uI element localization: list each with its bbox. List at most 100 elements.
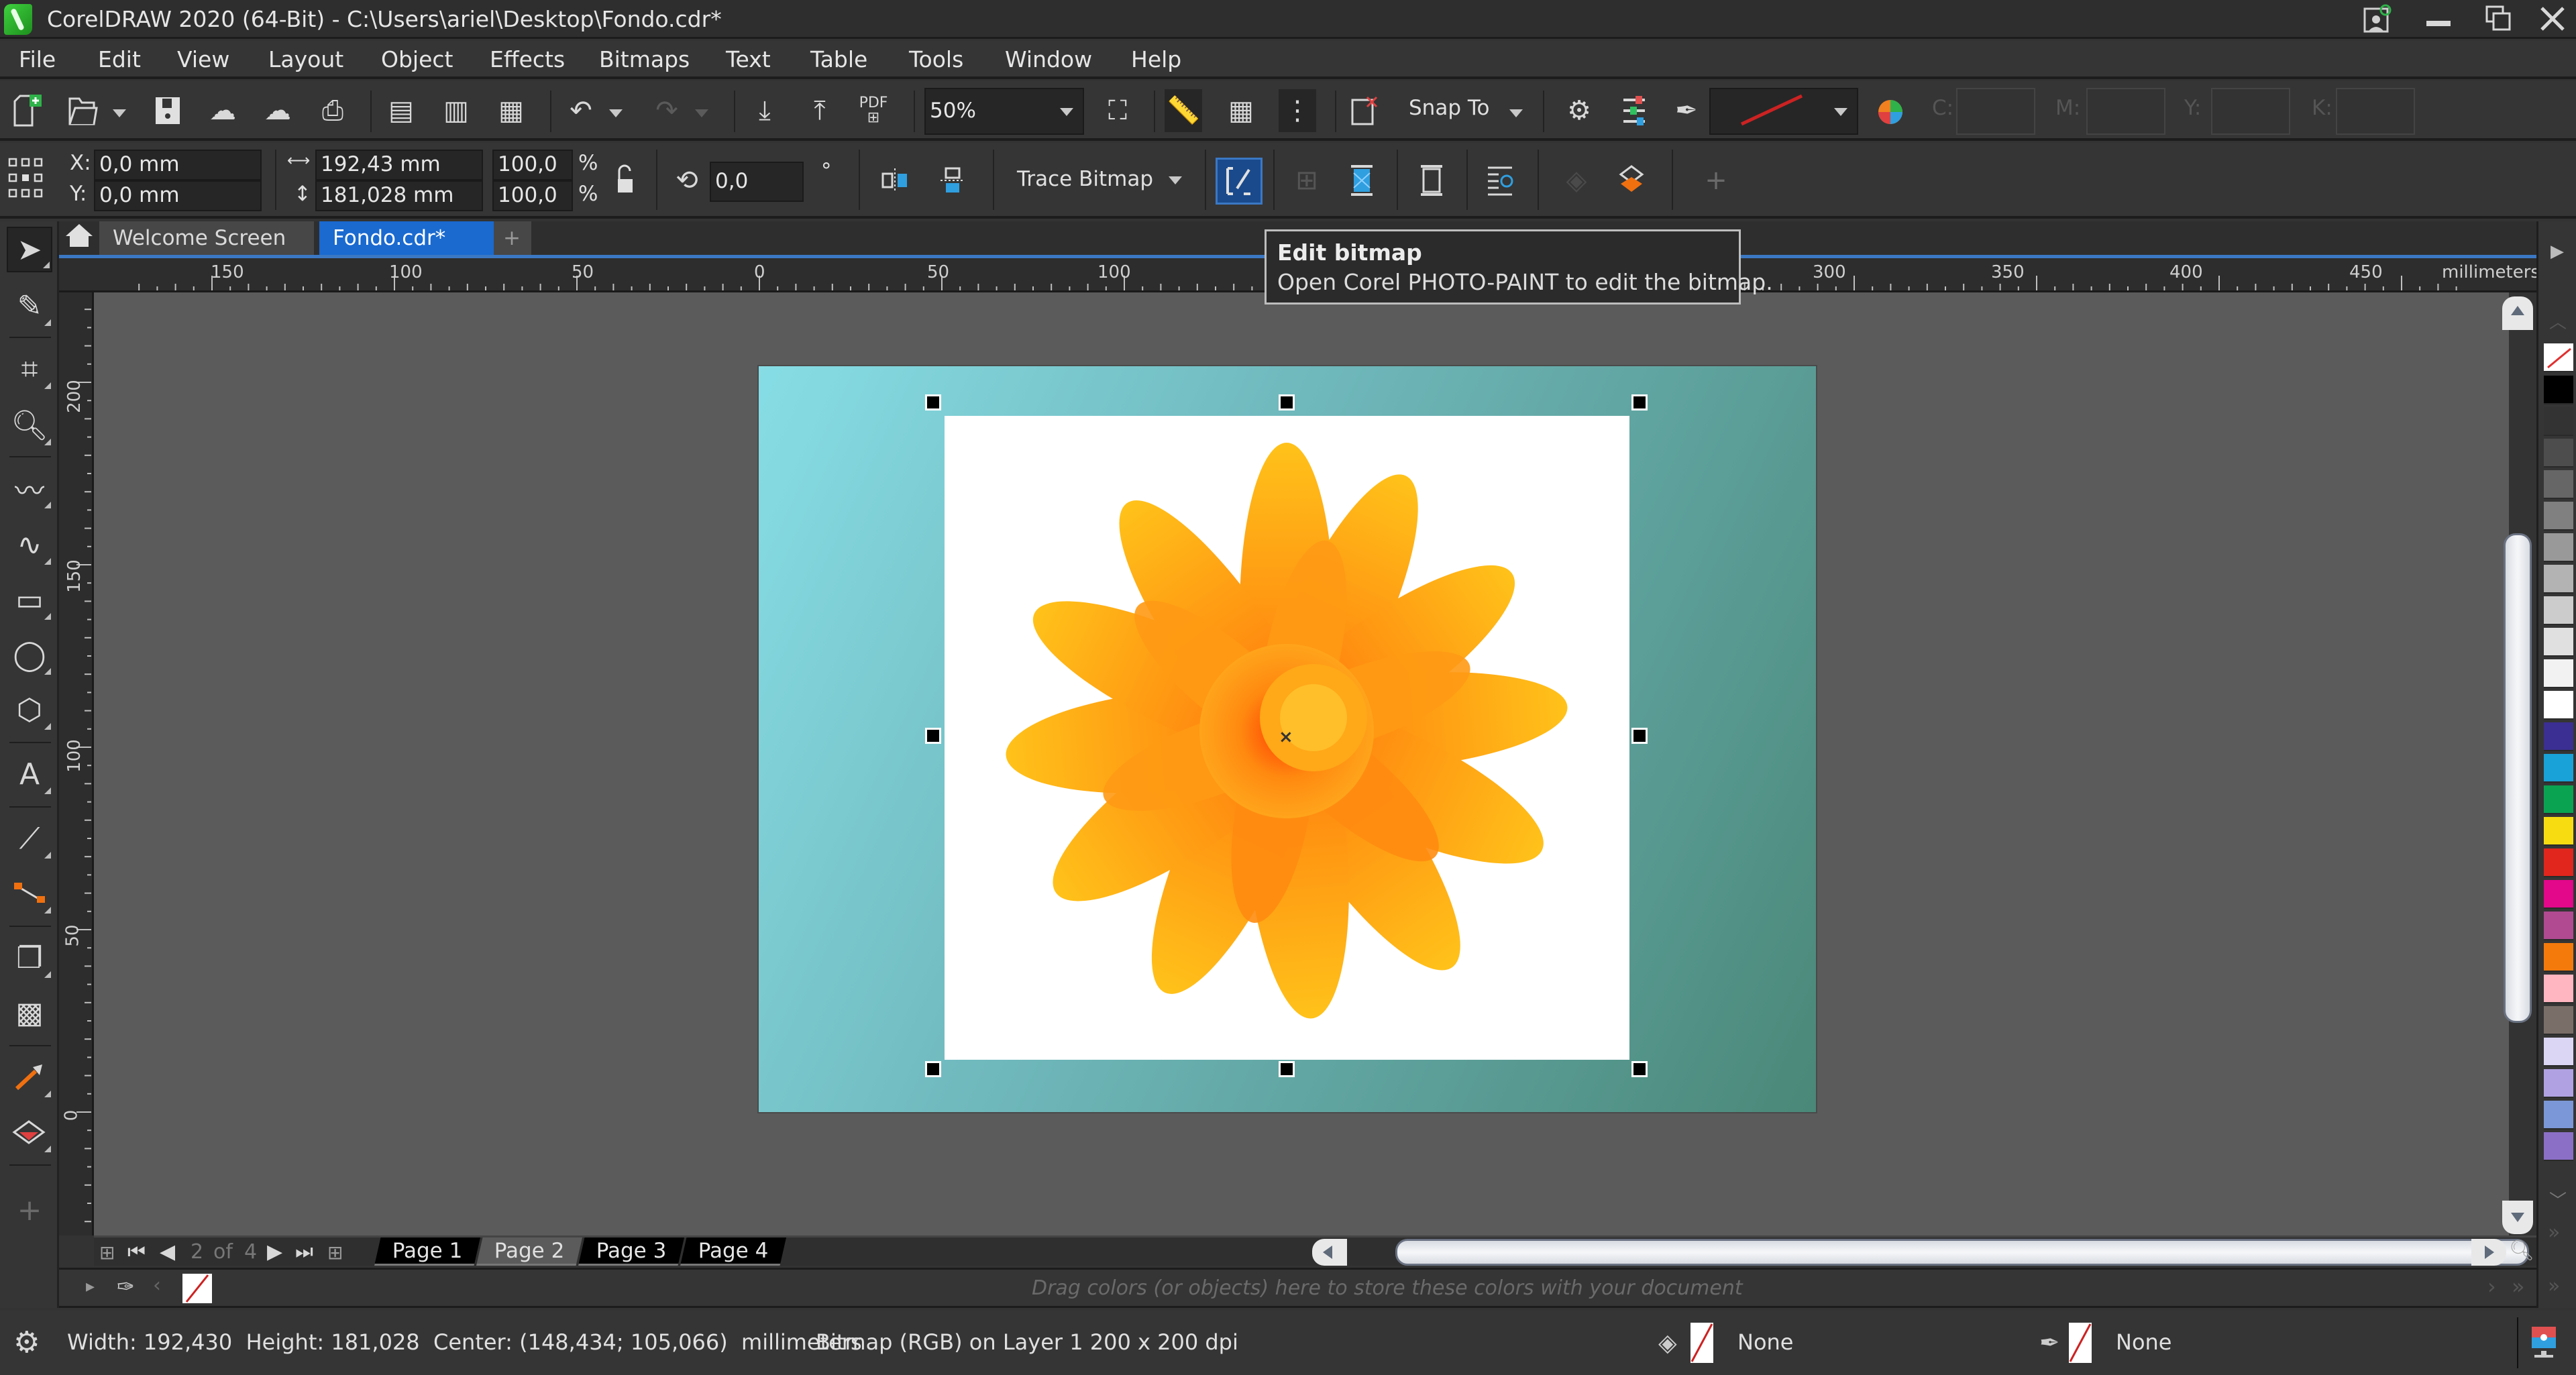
color-eyedropper-tool-icon[interactable]	[7, 1054, 52, 1100]
menu-layout[interactable]: Layout	[268, 45, 343, 74]
copy-icon[interactable]: ▥	[437, 92, 475, 129]
palette-swatch[interactable]	[2544, 565, 2573, 594]
minimize-button[interactable]	[2408, 0, 2469, 38]
resample-bitmap-icon[interactable]	[1343, 162, 1381, 199]
open-folder-icon[interactable]	[64, 92, 102, 129]
fill-none-swatch[interactable]	[1690, 1323, 1713, 1363]
palette-expand-all-icon[interactable]: »	[2512, 1274, 2525, 1299]
palette-swatch[interactable]	[2544, 1101, 2573, 1130]
palette-swatch[interactable]	[2544, 817, 2573, 846]
color-settings-icon[interactable]	[1615, 92, 1653, 129]
color-proofing-icon[interactable]	[2529, 1324, 2559, 1364]
tab-welcome-screen[interactable]: Welcome Screen	[99, 221, 314, 255]
palette-swatch[interactable]	[2544, 596, 2573, 625]
scroll-down-button[interactable]	[2502, 1201, 2533, 1234]
export-icon[interactable]: ⤒	[801, 92, 839, 129]
menu-effects[interactable]: Effects	[490, 45, 565, 74]
print-icon[interactable]: ⎙	[314, 92, 352, 129]
x-position-input[interactable]: 0,0 mm	[94, 150, 262, 180]
wrap-text-icon[interactable]	[1481, 162, 1519, 199]
last-page-icon[interactable]: ⏭	[295, 1240, 313, 1264]
first-page-icon[interactable]: ⏮	[127, 1240, 146, 1264]
selection-handle-top-left[interactable]	[925, 394, 941, 410]
home-icon[interactable]	[59, 221, 99, 255]
palette-swatch[interactable]	[2544, 912, 2573, 940]
rectangle-tool-icon[interactable]: ▭	[7, 577, 52, 622]
polygon-tool-icon[interactable]: ⬡	[7, 687, 52, 732]
palette-swatch-none[interactable]	[2544, 343, 2573, 372]
freehand-tool-icon[interactable]: 〰	[7, 465, 52, 511]
palette-swatch[interactable]	[2544, 1132, 2573, 1161]
palette-swatch[interactable]	[2544, 407, 2573, 436]
menu-edit[interactable]: Edit	[98, 45, 141, 74]
show-grid-icon[interactable]: ▦	[1222, 92, 1260, 129]
save-icon[interactable]	[149, 92, 186, 129]
menu-text[interactable]: Text	[726, 45, 771, 74]
palette-swatch[interactable]	[2544, 1006, 2573, 1035]
transparency-tool-icon[interactable]: ▩	[7, 990, 52, 1036]
edit-bitmap-button[interactable]	[1216, 158, 1263, 205]
snap-to-dropdown-arrow[interactable]	[1509, 109, 1523, 117]
palette-swatch[interactable]	[2544, 659, 2573, 688]
no-color-swatch[interactable]	[182, 1274, 212, 1303]
page-tab-1[interactable]: Page 1	[374, 1238, 480, 1266]
palette-swatch[interactable]	[2544, 502, 2573, 531]
scale-x-input[interactable]: 100,0	[492, 150, 573, 180]
pen-outline-icon[interactable]: ✒	[1668, 92, 1705, 129]
palette-swatch[interactable]	[2544, 691, 2573, 720]
page-tab-2[interactable]: Page 2	[476, 1238, 582, 1266]
palette-swatch[interactable]	[2544, 848, 2573, 877]
reference-point-icon[interactable]	[7, 158, 44, 198]
open-dropdown-arrow[interactable]	[113, 109, 126, 117]
page-tab-4[interactable]: Page 4	[680, 1238, 786, 1266]
add-tab-button[interactable]: +	[494, 221, 531, 255]
snap-off-icon[interactable]	[1346, 92, 1383, 129]
import-icon[interactable]: ⤓	[746, 92, 784, 129]
color-styles-icon[interactable]	[1872, 92, 1909, 129]
palette-swatch[interactable]	[2544, 1069, 2573, 1098]
add-page-before-icon[interactable]: ⊞	[99, 1242, 115, 1264]
account-icon[interactable]	[2348, 0, 2408, 38]
cloud-export-icon[interactable]: ☁	[259, 92, 297, 129]
mirror-vertical-icon[interactable]	[934, 162, 971, 199]
rotation-angle-input[interactable]: 0,0	[710, 162, 804, 202]
bitmap-border-icon[interactable]	[1413, 162, 1450, 199]
pick-tool-icon[interactable]: ➤	[7, 227, 52, 272]
connector-tool-icon[interactable]	[7, 871, 52, 916]
palette-scroll-up-icon[interactable]: ︿	[2549, 309, 2567, 333]
menu-bitmaps[interactable]: Bitmaps	[599, 45, 690, 74]
show-guidelines-icon[interactable]: ⋮	[1279, 89, 1316, 132]
next-page-icon[interactable]: ▶	[267, 1240, 282, 1264]
close-button[interactable]	[2522, 0, 2576, 38]
cut-icon[interactable]: ▤	[382, 92, 420, 129]
palette-swatch[interactable]	[2544, 1038, 2573, 1066]
selection-handle-bottom-right[interactable]	[1631, 1061, 1648, 1077]
palette-swatch[interactable]	[2544, 533, 2573, 562]
trace-bitmap-dropdown-arrow[interactable]	[1169, 176, 1182, 184]
palette-swatch[interactable]	[2544, 376, 2573, 404]
menu-window[interactable]: Window	[1005, 45, 1092, 74]
scroll-left-button[interactable]	[1312, 1239, 1347, 1266]
y-position-input[interactable]: 0,0 mm	[94, 180, 262, 211]
menu-object[interactable]: Object	[381, 45, 453, 74]
outline-none-swatch[interactable]	[2069, 1323, 2092, 1363]
scale-y-input[interactable]: 100,0	[492, 180, 573, 211]
object-height-input[interactable]: 181,028 mm	[315, 180, 483, 211]
zoom-tool-icon[interactable]: 🔍︎	[7, 402, 52, 448]
previous-page-icon[interactable]: ◀	[160, 1240, 175, 1264]
outline-color-dropdown-arrow[interactable]	[1834, 108, 1847, 116]
palette-swatch[interactable]	[2544, 975, 2573, 1003]
palette-more-icon[interactable]: »	[2548, 1274, 2560, 1298]
horizontal-scrollbar-thumb[interactable]	[1395, 1239, 2529, 1266]
snap-to-label[interactable]: Snap To	[1409, 96, 1490, 120]
shape-tool-icon[interactable]: ✎	[7, 283, 52, 329]
scroll-right-button[interactable]	[2471, 1239, 2506, 1266]
artistic-media-tool-icon[interactable]: ∿	[7, 522, 52, 567]
full-screen-preview-icon[interactable]: ⛶	[1099, 92, 1136, 129]
paste-icon[interactable]: ▦	[492, 92, 530, 129]
undo-icon[interactable]: ↶	[562, 92, 600, 129]
layer-order-icon[interactable]	[1613, 162, 1650, 199]
palette-swatch[interactable]	[2544, 470, 2573, 499]
palette-swatch[interactable]	[2544, 880, 2573, 909]
center-marker-icon[interactable]: ×	[1279, 727, 1293, 747]
